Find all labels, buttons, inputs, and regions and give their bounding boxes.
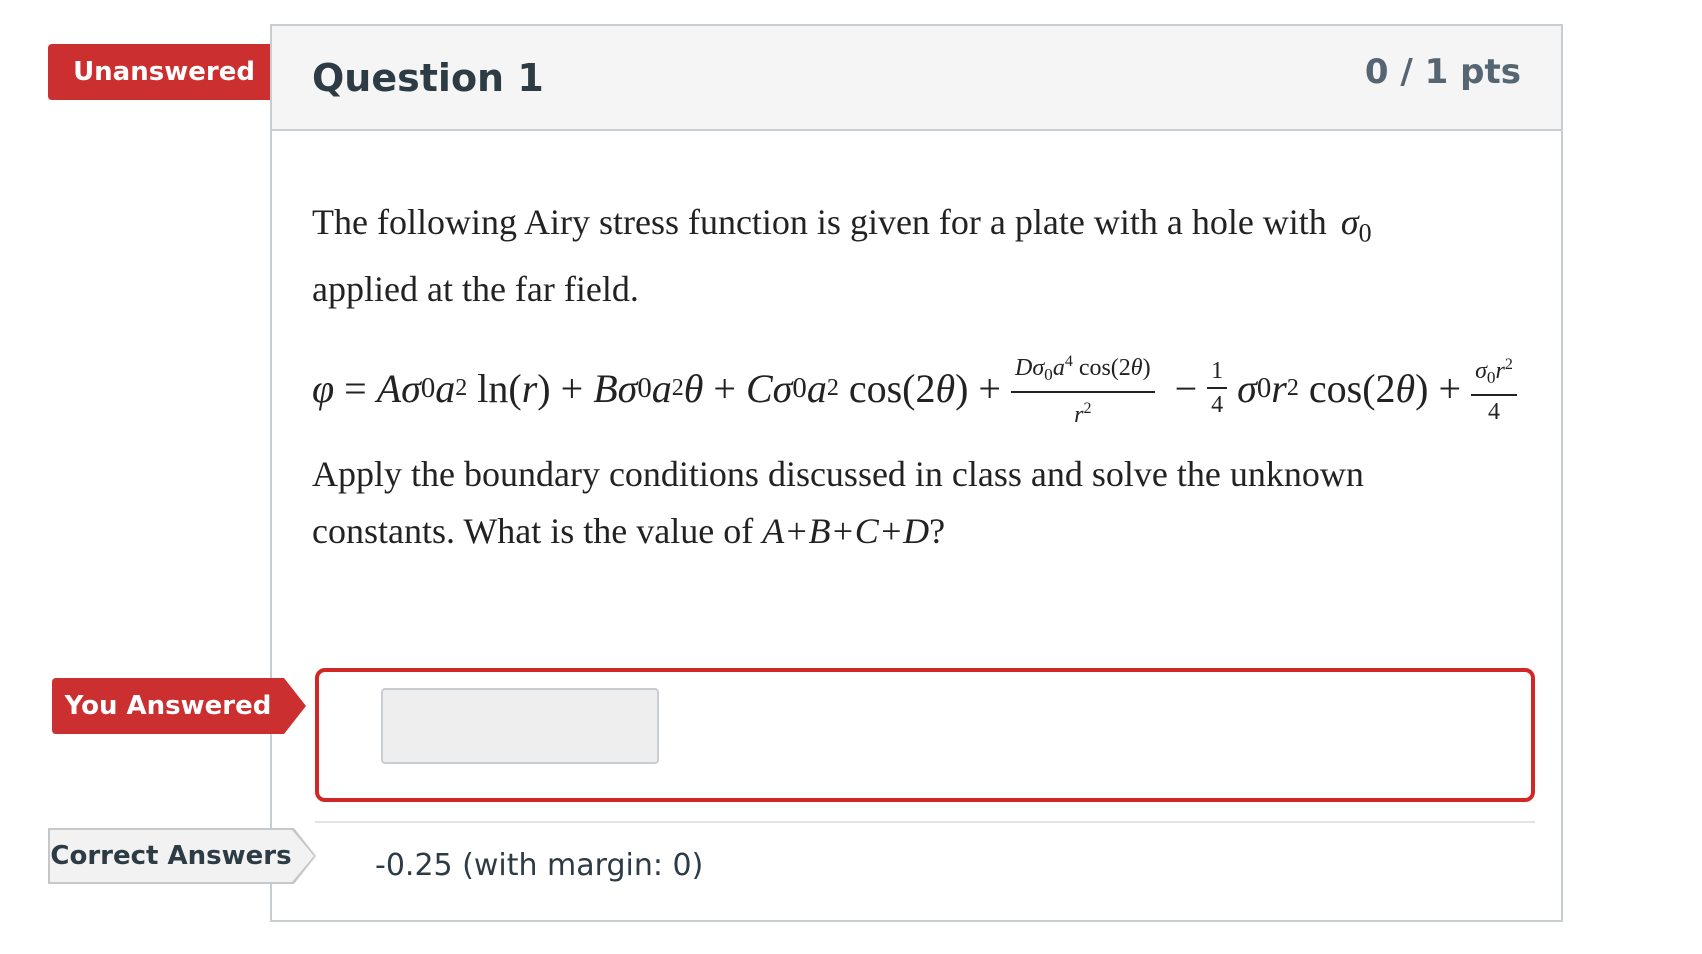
answer-box — [315, 668, 1535, 802]
intro-line-1: The following Airy stress function is gi… — [312, 202, 1327, 242]
question-header: Question 1 0 / 1 pts — [272, 26, 1561, 131]
sigma-symbol: σ0 — [1340, 202, 1372, 248]
fraction-d-term: Dσ0a4 cos(2θ) r2 — [1011, 348, 1155, 429]
correct-answers-flag-label: Correct Answers — [50, 841, 292, 871]
instruction-line-1: Apply the boundary conditions discussed … — [312, 454, 1364, 494]
fraction-last-term: σ0r2 4 — [1471, 351, 1517, 426]
airy-stress-equation: φ = Aσ0a2 ln(r) + Bσ0a2θ + Cσ0a2 cos(2 θ)… — [312, 348, 1527, 429]
instruction-vars: A+B+C+D — [762, 511, 930, 551]
question-title: Question 1 — [312, 56, 544, 100]
question-card: Question 1 0 / 1 pts The following Airy … — [270, 24, 1563, 922]
fraction-quarter: 1 4 — [1207, 357, 1228, 419]
unanswered-flag-label: Unanswered — [73, 57, 255, 87]
question-points: 0 / 1 pts — [1364, 52, 1521, 92]
question-intro: The following Airy stress function is gi… — [312, 194, 1542, 318]
unanswered-flag: Unanswered — [48, 44, 302, 100]
question-instruction: Apply the boundary conditions discussed … — [312, 446, 1542, 560]
instruction-line-2: constants. What is the value of — [312, 511, 754, 551]
intro-line-2: applied at the far field. — [312, 269, 639, 310]
you-answered-flag: You Answered — [52, 678, 306, 734]
correct-answer-value: -0.25 (with margin: 0) — [375, 848, 704, 883]
you-answered-flag-label: You Answered — [64, 691, 272, 721]
answer-input[interactable] — [381, 688, 659, 764]
correct-answers-flag: Correct Answers — [50, 830, 314, 882]
answer-divider — [315, 821, 1535, 823]
instruction-suffix: ? — [929, 511, 946, 551]
